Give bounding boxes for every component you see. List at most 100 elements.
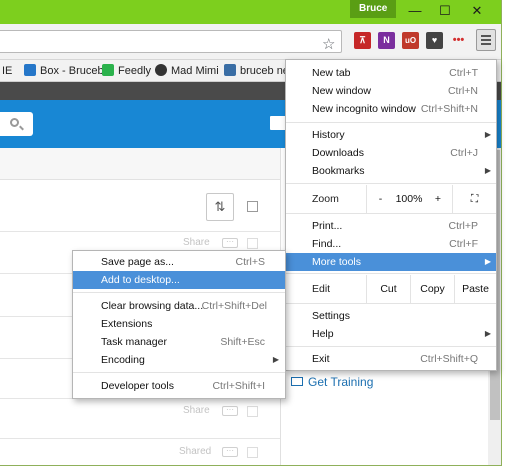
menu-item-save-page-as[interactable]: Save page as... Ctrl+S (73, 253, 285, 271)
menu-item-clear-browsing-data[interactable]: Clear browsing data... Ctrl+Shift+Del (73, 297, 285, 315)
close-window-button[interactable]: ✕ (462, 0, 492, 22)
hamburger-icon-bar (481, 39, 491, 41)
zoom-in-button[interactable]: + (424, 185, 452, 213)
submenu-arrow-icon: ▶ (484, 257, 491, 266)
menu-separator (286, 183, 496, 184)
menu-item-history[interactable]: History ▶ (286, 126, 496, 144)
share-link[interactable]: Share (183, 405, 210, 416)
menu-item-find[interactable]: Find... Ctrl+F (286, 235, 496, 253)
paste-button[interactable]: Paste (454, 275, 496, 303)
menu-item-new-tab[interactable]: New tab Ctrl+T (286, 64, 496, 82)
menu-label: Exit (312, 353, 330, 365)
share-link[interactable]: Share (183, 237, 210, 248)
menu-separator (286, 303, 496, 304)
row-checkbox[interactable] (247, 406, 258, 417)
bookmark-star-icon[interactable]: ☆ (322, 35, 335, 53)
menu-item-task-manager[interactable]: Task manager Shift+Esc (73, 333, 285, 351)
menu-separator (286, 213, 496, 214)
menu-item-more-tools[interactable]: More tools ▶ (286, 253, 496, 271)
menu-item-add-to-desktop[interactable]: Add to desktop... (73, 271, 285, 289)
pocket-extension-icon[interactable]: ♥ (426, 32, 443, 49)
menu-item-print[interactable]: Print... Ctrl+P (286, 217, 496, 235)
zoom-label: Zoom (312, 193, 339, 205)
zoom-level: 100% (395, 193, 423, 205)
submenu-arrow-icon: ▶ (484, 130, 491, 139)
bookmark-label: Mad Mimi (171, 65, 219, 77)
menu-shortcut: Ctrl+S (235, 256, 265, 268)
fullscreen-icon[interactable]: ⛶ (452, 185, 496, 213)
get-training-link[interactable]: Get Training (291, 375, 373, 389)
dots-extension-icon[interactable]: ••• (450, 32, 467, 49)
menu-item-settings[interactable]: Settings (286, 307, 496, 325)
menu-item-downloads[interactable]: Downloads Ctrl+J (286, 144, 496, 162)
chrome-main-menu: New tab Ctrl+T New window Ctrl+N New inc… (285, 59, 497, 371)
menu-label: Extensions (101, 318, 153, 330)
menu-item-new-incognito-window[interactable]: New incognito window Ctrl+Shift+N (286, 100, 496, 118)
menu-label: History (312, 129, 345, 141)
edit-row: Edit Cut Copy Paste (286, 275, 496, 303)
sort-icon: ⇅ (214, 199, 226, 214)
copy-button[interactable]: Copy (410, 275, 454, 303)
monitor-icon (291, 377, 303, 386)
row-checkbox[interactable] (247, 447, 258, 458)
menu-label: Settings (312, 310, 350, 322)
menu-shortcut: Ctrl+Shift+I (212, 380, 265, 392)
submenu-arrow-icon: ▶ (484, 329, 491, 338)
menu-shortcut: Ctrl+Shift+N (420, 103, 478, 115)
site-search-input[interactable] (0, 112, 33, 136)
chrome-menu-button[interactable] (476, 29, 496, 51)
menu-item-help[interactable]: Help ▶ (286, 325, 496, 343)
pdf-extension-icon[interactable]: ⊼ (354, 32, 371, 49)
bookmark-ie[interactable]: IE (2, 63, 12, 79)
menu-item-developer-tools[interactable]: Developer tools Ctrl+Shift+I (73, 377, 285, 395)
row-checkbox[interactable] (247, 238, 258, 249)
zoom-out-button[interactable]: - (366, 185, 394, 213)
training-label: Get Training (308, 375, 374, 389)
menu-label: New window (312, 85, 371, 97)
onenote-extension-icon[interactable]: N (378, 32, 395, 49)
bookmark-label: Feedly (118, 65, 152, 77)
menu-separator (73, 292, 285, 293)
menu-item-new-window[interactable]: New window Ctrl+N (286, 82, 496, 100)
content-subbar (0, 148, 280, 180)
menu-item-exit[interactable]: Exit Ctrl+Shift+Q (286, 350, 496, 368)
address-bar[interactable]: ☆ (0, 30, 342, 53)
bookmark-feedly[interactable]: Feedly (102, 63, 151, 79)
bookmark-label: bruceb ne (240, 65, 289, 77)
menu-item-extensions[interactable]: Extensions (73, 315, 285, 333)
zoom-row: Zoom - 100% + ⛶ (286, 185, 496, 213)
cut-button[interactable]: Cut (366, 275, 410, 303)
menu-label: Help (312, 328, 334, 340)
menu-label: Add to desktop... (101, 274, 180, 286)
bookmark-bruceb[interactable]: bruceb ne (224, 63, 289, 79)
sort-button[interactable]: ⇅ (206, 193, 234, 221)
ublock-extension-icon[interactable]: uO (402, 32, 419, 49)
minimize-button[interactable]: — (400, 0, 430, 22)
maximize-button[interactable]: ☐ (430, 0, 460, 22)
menu-shortcut: Ctrl+N (447, 85, 478, 97)
profile-button[interactable]: Bruce (350, 0, 397, 18)
menu-shortcut: Ctrl+P (448, 220, 478, 232)
menu-separator (286, 122, 496, 123)
menu-label: More tools (312, 256, 362, 268)
menu-label: Task manager (101, 336, 167, 348)
menu-label: Bookmarks (312, 165, 365, 177)
mad-mimi-icon (155, 64, 167, 76)
more-tools-submenu: Save page as... Ctrl+S Add to desktop...… (72, 250, 286, 399)
search-icon (10, 118, 19, 127)
share-link[interactable]: Shared (179, 446, 211, 457)
hamburger-icon (481, 35, 491, 37)
menu-item-encoding[interactable]: Encoding ▶ (73, 351, 285, 369)
edit-label: Edit (312, 283, 331, 295)
menu-shortcut: Ctrl+Shift+Del (201, 300, 267, 312)
more-options-icon[interactable]: ··· (222, 447, 238, 457)
menu-separator (286, 273, 496, 274)
bookmark-mad-mimi[interactable]: Mad Mimi (155, 63, 219, 79)
more-options-icon[interactable]: ··· (222, 238, 238, 248)
menu-item-bookmarks[interactable]: Bookmarks ▶ (286, 162, 496, 180)
menu-label: Downloads (312, 147, 364, 159)
select-all-checkbox[interactable] (247, 201, 258, 212)
menu-separator (286, 346, 496, 347)
bookmark-box[interactable]: Box - Bruceb (24, 63, 104, 79)
more-options-icon[interactable]: ··· (222, 406, 238, 416)
